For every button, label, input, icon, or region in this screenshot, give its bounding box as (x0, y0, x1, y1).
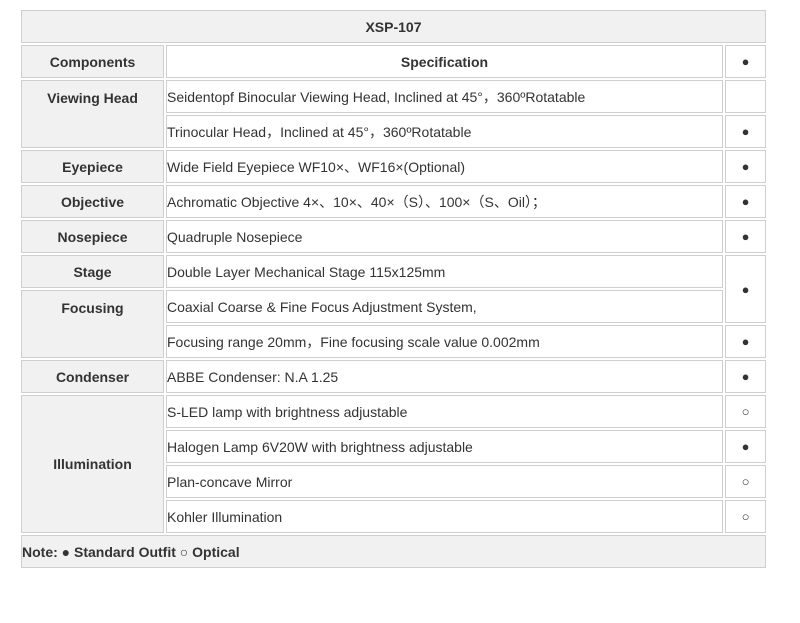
spec-cell: Coaxial Coarse & Fine Focus Adjustment S… (166, 290, 723, 323)
component-eyepiece: Eyepiece (21, 150, 164, 183)
header-row: Components Specification ● (21, 45, 766, 78)
mark-cell: ● (725, 185, 766, 218)
model-title: XSP-107 (21, 10, 766, 43)
table-row: Stage Double Layer Mechanical Stage 115x… (21, 255, 766, 323)
component-illumination: Illumination (21, 395, 164, 533)
mark-cell: ● (725, 115, 766, 148)
spec-cell: Quadruple Nosepiece (166, 220, 723, 253)
component-focusing: Focusing (21, 290, 164, 358)
spec-cell: Kohler Illumination (166, 500, 723, 533)
component-stage: Stage (21, 255, 164, 288)
spec-cell: Trinocular Head，Inclined at 45°，360ºRota… (166, 115, 723, 148)
mark-cell: ● (725, 150, 766, 183)
mark-cell: ○ (725, 500, 766, 533)
table-row: Focusing Coaxial Coarse & Fine Focus Adj… (21, 290, 766, 358)
mark-cell: ○ (725, 395, 766, 428)
spec-cell: S-LED lamp with brightness adjustable (166, 395, 723, 428)
table-row: Illumination S-LED lamp with brightness … (21, 395, 766, 533)
components-header: Components (21, 45, 164, 78)
mark-cell: ● (725, 255, 766, 323)
mark-cell: ○ (725, 465, 766, 498)
mark-cell: ● (725, 325, 766, 358)
spec-cell: ABBE Condenser: N.A 1.25 (166, 360, 723, 393)
note-row: Note: ● Standard Outfit ○ Optical (21, 535, 766, 568)
spec-cell: Wide Field Eyepiece WF10×、WF16×(Optional… (166, 150, 723, 183)
spec-cell: Seidentopf Binocular Viewing Head, Incli… (166, 80, 723, 113)
spec-cell: Halogen Lamp 6V20W with brightness adjus… (166, 430, 723, 463)
spec-cell: Double Layer Mechanical Stage 115x125mm (166, 255, 723, 288)
table-row: Eyepiece Wide Field Eyepiece WF10×、WF16×… (21, 150, 766, 183)
table-row: Viewing Head Seidentopf Binocular Viewin… (21, 80, 766, 148)
table-row: Objective Achromatic Objective 4×、10×、40… (21, 185, 766, 218)
mark-cell: ● (725, 220, 766, 253)
mark-cell: ● (725, 360, 766, 393)
table-row: Nosepiece Quadruple Nosepiece ● (21, 220, 766, 253)
component-objective: Objective (21, 185, 164, 218)
mark-header: ● (725, 45, 766, 78)
title-row: XSP-107 (21, 10, 766, 43)
component-nosepiece: Nosepiece (21, 220, 164, 253)
specification-header: Specification (166, 45, 723, 78)
component-viewing-head: Viewing Head (21, 80, 164, 148)
mark-cell (725, 80, 766, 113)
component-condenser: Condenser (21, 360, 164, 393)
spec-cell: Plan-concave Mirror (166, 465, 723, 498)
spec-cell: Focusing range 20mm，Fine focusing scale … (166, 325, 723, 358)
spec-cell: Achromatic Objective 4×、10×、40×（S）、100×（… (166, 185, 723, 218)
legend-note: Note: ● Standard Outfit ○ Optical (21, 535, 766, 568)
spec-table: XSP-107 Components Specification ● Viewi… (19, 8, 768, 570)
mark-cell: ● (725, 430, 766, 463)
table-row: Condenser ABBE Condenser: N.A 1.25 ● (21, 360, 766, 393)
